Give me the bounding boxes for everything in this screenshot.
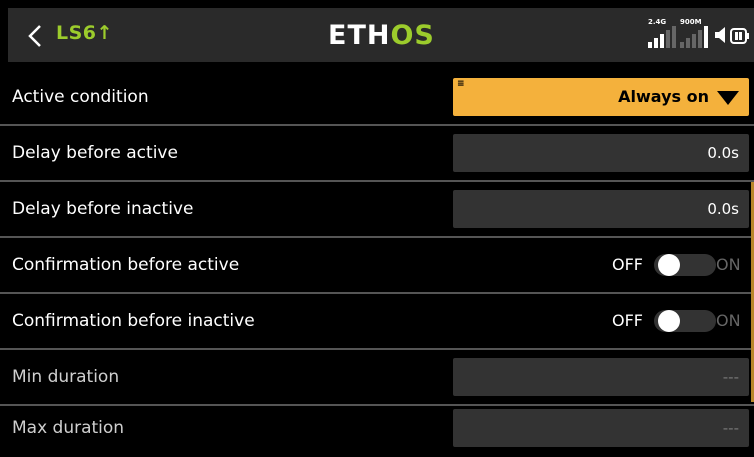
- toggle-on-label: ON: [716, 311, 741, 330]
- toggle-off-label: OFF: [612, 255, 643, 274]
- status-area: 2.4G 900M: [648, 18, 749, 52]
- row-max-duration: Max duration ---: [0, 401, 754, 455]
- signal-bars-icon: [680, 26, 708, 48]
- signal-24-indicator: 2.4G: [648, 18, 680, 52]
- delay-before-active-field[interactable]: 0.0s: [453, 134, 749, 172]
- toggle-on-label: ON: [716, 255, 741, 274]
- active-condition-dropdown[interactable]: ≡ Always on: [453, 78, 749, 116]
- row-delay-before-active: Delay before active 0.0s: [0, 126, 754, 182]
- delay-before-active-label: Delay before active: [12, 143, 178, 163]
- row-min-duration: Min duration ---: [0, 350, 754, 406]
- active-condition-value: Always on: [618, 87, 709, 106]
- active-condition-label: Active condition: [12, 87, 149, 107]
- signal-24-label: 2.4G: [648, 18, 667, 26]
- delay-before-inactive-value: 0.0s: [707, 200, 739, 218]
- row-active-condition: Active condition ≡ Always on: [0, 70, 754, 126]
- menu-lines-icon: ≡: [457, 79, 465, 89]
- max-duration-value: ---: [722, 419, 739, 437]
- row-confirmation-before-inactive: Confirmation before inactive OFF ON: [0, 294, 754, 350]
- max-duration-field[interactable]: ---: [453, 409, 749, 447]
- min-duration-field[interactable]: ---: [453, 358, 749, 396]
- row-confirmation-before-active: Confirmation before active OFF ON: [0, 238, 754, 294]
- delay-before-active-value: 0.0s: [707, 144, 739, 162]
- delay-before-inactive-label: Delay before inactive: [12, 199, 194, 219]
- ethos-logo: ETHOS: [328, 20, 435, 51]
- toggle-off-label: OFF: [612, 311, 643, 330]
- caret-down-icon: [717, 91, 739, 105]
- confirmation-before-inactive-label: Confirmation before inactive: [12, 311, 255, 331]
- confirmation-before-active-toggle[interactable]: OFF ON: [612, 238, 752, 292]
- signal-bars-icon: [648, 26, 676, 48]
- logo-main: ETH: [328, 20, 391, 51]
- toggle-knob: [658, 310, 680, 332]
- max-duration-label: Max duration: [12, 418, 125, 438]
- min-duration-label: Min duration: [12, 367, 120, 387]
- back-chevron-icon: [28, 25, 41, 47]
- confirmation-before-active-label: Confirmation before active: [12, 255, 240, 275]
- min-duration-value: ---: [722, 368, 739, 386]
- speaker-icon: [715, 27, 725, 43]
- signal-900-label: 900M: [680, 18, 702, 26]
- screen-title: LS6↑: [56, 22, 113, 44]
- back-button[interactable]: [16, 20, 52, 50]
- signal-900-indicator: 900M: [680, 18, 712, 52]
- logo-accent: OS: [390, 20, 435, 51]
- row-delay-before-inactive: Delay before inactive 0.0s: [0, 182, 754, 238]
- header-bar: LS6↑ ETHOS 2.4G 900M: [8, 8, 754, 62]
- delay-before-inactive-field[interactable]: 0.0s: [453, 190, 749, 228]
- confirmation-before-inactive-toggle[interactable]: OFF ON: [612, 294, 752, 348]
- toggle-knob: [658, 254, 680, 276]
- battery-icon: [730, 28, 749, 44]
